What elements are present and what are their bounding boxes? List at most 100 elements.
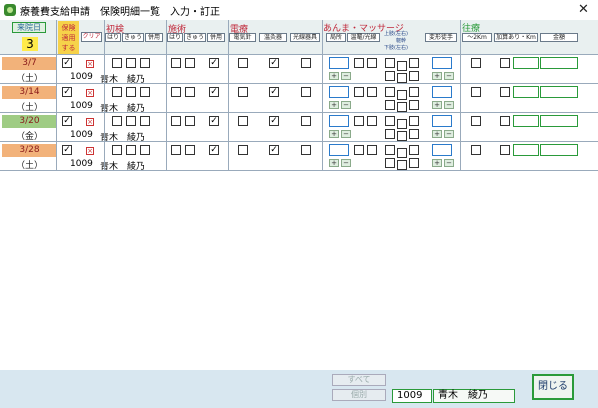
onshippu-checkbox[interactable] — [354, 145, 364, 155]
onshippu-checkbox[interactable] — [367, 116, 377, 126]
kousen-checkbox[interactable] — [301, 116, 311, 126]
shoken-checkbox[interactable] — [126, 116, 136, 126]
joshi-checkbox[interactable] — [409, 58, 419, 68]
kingaku-input[interactable] — [540, 86, 578, 98]
kashi-checkbox[interactable] — [385, 129, 395, 139]
sejutsu-heiyou-checkbox[interactable]: ✓ — [209, 116, 219, 126]
minus-button[interactable]: − — [444, 159, 454, 167]
insurance-apply-checkbox[interactable]: ✓ — [62, 145, 72, 155]
onkyu-checkbox[interactable]: ✓ — [269, 58, 279, 68]
shoken-checkbox[interactable] — [126, 145, 136, 155]
sejutsu-checkbox[interactable] — [185, 145, 195, 155]
shoken-checkbox[interactable] — [112, 116, 122, 126]
kyokusho-input[interactable] — [329, 57, 349, 69]
onkyu-checkbox[interactable]: ✓ — [269, 145, 279, 155]
denki-checkbox[interactable] — [238, 116, 248, 126]
joshi-checkbox[interactable] — [385, 145, 395, 155]
joshi-checkbox[interactable] — [409, 145, 419, 155]
taikan-checkbox[interactable] — [397, 61, 407, 71]
shoken-checkbox[interactable] — [140, 116, 150, 126]
sejutsu-checkbox[interactable] — [171, 87, 181, 97]
sejutsu-heiyou-checkbox[interactable]: ✓ — [209, 58, 219, 68]
sejutsu-checkbox[interactable] — [171, 116, 181, 126]
shoken-checkbox[interactable] — [140, 58, 150, 68]
sejutsu-checkbox[interactable] — [171, 58, 181, 68]
onkyu-checkbox[interactable]: ✓ — [269, 87, 279, 97]
kousen-checkbox[interactable] — [301, 58, 311, 68]
denki-checkbox[interactable] — [238, 87, 248, 97]
plus-button[interactable]: + — [329, 101, 339, 109]
minus-button[interactable]: − — [341, 159, 351, 167]
taikan-checkbox[interactable] — [397, 148, 407, 158]
dist2-checkbox[interactable] — [471, 87, 481, 97]
plus-button[interactable]: + — [329, 72, 339, 80]
insurance-apply-checkbox[interactable]: ✓ — [62, 116, 72, 126]
sejutsu-checkbox[interactable] — [185, 87, 195, 97]
shoken-checkbox[interactable] — [140, 87, 150, 97]
sejutsu-checkbox[interactable] — [171, 145, 181, 155]
kashi-checkbox[interactable] — [409, 71, 419, 81]
kashi-checkbox[interactable] — [385, 71, 395, 81]
minus-button[interactable]: − — [341, 101, 351, 109]
shoken-checkbox[interactable] — [112, 87, 122, 97]
joshi-checkbox[interactable] — [385, 58, 395, 68]
kasan-km-input[interactable] — [513, 144, 539, 156]
onshippu-checkbox[interactable] — [354, 87, 364, 97]
plus-button[interactable]: + — [432, 159, 442, 167]
taikan-checkbox[interactable] — [397, 160, 407, 170]
minus-button[interactable]: − — [341, 130, 351, 138]
onshippu-checkbox[interactable] — [367, 58, 377, 68]
minus-button[interactable]: − — [444, 101, 454, 109]
sejutsu-heiyou-checkbox[interactable]: ✓ — [209, 145, 219, 155]
kyokusho-input[interactable] — [329, 144, 349, 156]
henkei-input[interactable] — [432, 115, 452, 127]
all-button[interactable]: すべて — [332, 374, 386, 386]
kasan-checkbox[interactable] — [500, 58, 510, 68]
minus-button[interactable]: − — [341, 72, 351, 80]
each-button[interactable]: 個別 — [332, 389, 386, 401]
kasan-km-input[interactable] — [513, 86, 539, 98]
close-icon[interactable]: ✕ — [578, 2, 589, 17]
onshippu-checkbox[interactable] — [367, 87, 377, 97]
kasan-checkbox[interactable] — [500, 145, 510, 155]
insurance-apply-checkbox[interactable]: ✓ — [62, 87, 72, 97]
onshippu-checkbox[interactable] — [367, 145, 377, 155]
kasan-km-input[interactable] — [513, 57, 539, 69]
shoken-checkbox[interactable] — [112, 145, 122, 155]
kasan-checkbox[interactable] — [500, 116, 510, 126]
joshi-checkbox[interactable] — [385, 116, 395, 126]
sejutsu-heiyou-checkbox[interactable]: ✓ — [209, 87, 219, 97]
clear-x-button[interactable]: × — [86, 89, 94, 97]
minus-button[interactable]: − — [444, 72, 454, 80]
kousen-checkbox[interactable] — [301, 87, 311, 97]
shoken-checkbox[interactable] — [140, 145, 150, 155]
kashi-checkbox[interactable] — [409, 100, 419, 110]
clear-button[interactable]: クリア — [81, 32, 102, 42]
kingaku-input[interactable] — [540, 144, 578, 156]
denki-checkbox[interactable] — [238, 145, 248, 155]
kasan-checkbox[interactable] — [500, 87, 510, 97]
insurance-apply-checkbox[interactable]: ✓ — [62, 58, 72, 68]
kashi-checkbox[interactable] — [385, 100, 395, 110]
joshi-checkbox[interactable] — [409, 87, 419, 97]
kyokusho-input[interactable] — [329, 86, 349, 98]
kousen-checkbox[interactable] — [301, 145, 311, 155]
henkei-input[interactable] — [432, 86, 452, 98]
close-button[interactable]: 閉じる — [532, 374, 574, 400]
onshippu-checkbox[interactable] — [354, 58, 364, 68]
taikan-checkbox[interactable] — [397, 90, 407, 100]
shoken-checkbox[interactable] — [112, 58, 122, 68]
taikan-checkbox[interactable] — [397, 119, 407, 129]
taikan-checkbox[interactable] — [397, 131, 407, 141]
henkei-input[interactable] — [432, 57, 452, 69]
onshippu-checkbox[interactable] — [354, 116, 364, 126]
joshi-checkbox[interactable] — [385, 87, 395, 97]
sejutsu-checkbox[interactable] — [185, 58, 195, 68]
clear-x-button[interactable]: × — [86, 147, 94, 155]
dist2-checkbox[interactable] — [471, 116, 481, 126]
kasan-km-input[interactable] — [513, 115, 539, 127]
shoken-checkbox[interactable] — [126, 87, 136, 97]
dist2-checkbox[interactable] — [471, 58, 481, 68]
kashi-checkbox[interactable] — [409, 129, 419, 139]
sejutsu-checkbox[interactable] — [185, 116, 195, 126]
